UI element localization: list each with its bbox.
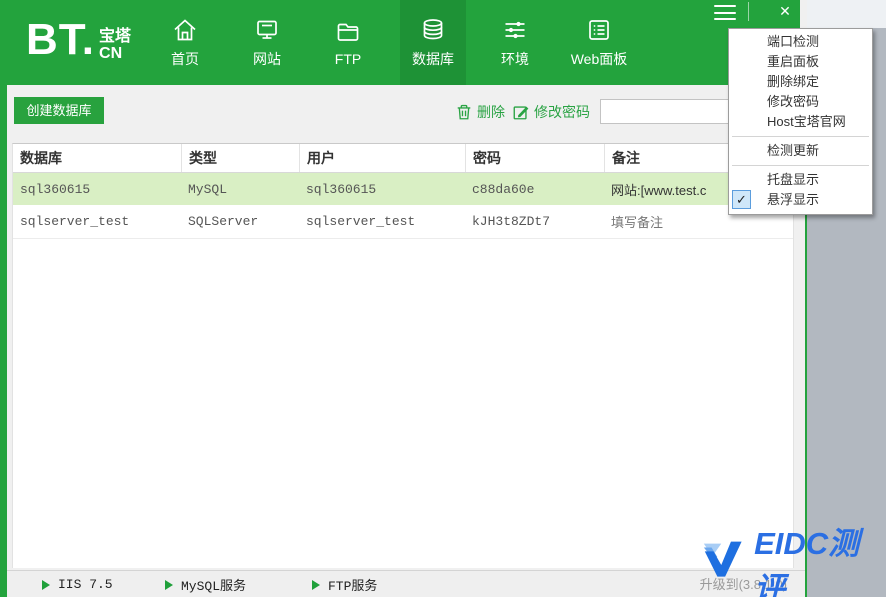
monitor-icon: [257, 20, 277, 39]
cell-database: sql360615: [20, 181, 91, 197]
cell-password: kJH3t8ZDt7: [472, 214, 551, 229]
menu-item-floating-display[interactable]: ✓ 悬浮显示: [729, 190, 872, 210]
watermark-text: EIDC测评: [754, 526, 860, 597]
nav-label: FTP: [334, 51, 362, 67]
table-header-row: 数据库 类型 用户 密码 备注: [13, 144, 793, 173]
database-table: 数据库 类型 用户 密码 备注 sql360615 MySQL sql36061…: [12, 143, 794, 568]
menu-item-tray-display[interactable]: 托盘显示: [729, 170, 872, 190]
close-icon[interactable]: ✕: [772, 0, 798, 22]
table-row[interactable]: sql360615 MySQL sql360615 c88da60e 网站:[w…: [13, 173, 793, 205]
nav-label: 数据库: [412, 51, 454, 67]
column-header-user: 用户: [299, 144, 465, 172]
veidc-v-logo-icon: [703, 541, 742, 577]
logo-cn-top: 宝塔: [99, 28, 132, 45]
delete-button[interactable]: 删除: [455, 102, 505, 122]
check-icon: ✓: [732, 190, 751, 209]
cell-password: c88da60e: [472, 181, 535, 197]
list-panel-icon: [589, 20, 609, 40]
menu-item-restart-panel[interactable]: 重启面板: [729, 52, 872, 72]
logo-stack: 宝塔 CN: [99, 28, 131, 62]
table-row[interactable]: sqlserver_test SQLServer sqlserver_test …: [13, 205, 793, 239]
bt-panel-window: BT. 宝塔 CN 首页 网站 FTP 数据库 环境 Web面板 ✕ 创建数据库…: [0, 0, 807, 597]
menu-separator: [732, 165, 869, 166]
cell-user: sql360615: [306, 181, 377, 197]
status-bar: IIS 7.5 MySQL服务 FTP服务 升级到(3.8.1.0): [7, 570, 805, 597]
desktop-top-strip: [799, 0, 886, 28]
service-label: FTP服务: [328, 579, 378, 594]
menu-item-check-update[interactable]: 检测更新: [729, 141, 872, 161]
nav-item-database[interactable]: 数据库: [400, 0, 466, 85]
play-icon: [165, 579, 173, 590]
modify-password-button[interactable]: 修改密码: [512, 102, 590, 122]
menu-item-label: 悬浮显示: [767, 192, 820, 207]
nav-label: 首页: [171, 51, 199, 67]
nav-label: 环境: [501, 51, 529, 67]
menu-item-port-check[interactable]: 端口检测: [729, 32, 872, 52]
nav-item-web-panel[interactable]: Web面板: [563, 0, 635, 85]
nav-label: 网站: [253, 51, 281, 67]
service-ftp[interactable]: FTP服务: [312, 571, 377, 597]
nav-item-website[interactable]: 网站: [234, 0, 300, 85]
column-header-database: 数据库: [20, 150, 62, 166]
titlebar: BT. 宝塔 CN 首页 网站 FTP 数据库 环境 Web面板 ✕: [0, 0, 800, 85]
play-icon: [42, 579, 50, 590]
service-label: MySQL服务: [181, 579, 247, 594]
service-label: IIS 7.5: [58, 577, 113, 592]
cell-user: sqlserver_test: [306, 214, 416, 229]
nav-label: Web面板: [570, 51, 628, 67]
cell-database: sqlserver_test: [20, 214, 130, 229]
home-icon: [174, 19, 196, 41]
column-header-password: 密码: [465, 144, 604, 172]
edit-icon: [513, 106, 529, 120]
logo-cn-bottom: CN: [99, 45, 123, 62]
bt-logo: BT. 宝塔 CN: [26, 16, 131, 64]
play-icon: [312, 579, 320, 590]
menu-item-change-password[interactable]: 修改密码: [729, 92, 872, 112]
hamburger-menu-icon[interactable]: [714, 5, 736, 20]
nav-item-environment[interactable]: 环境: [482, 0, 548, 85]
folder-icon: [337, 23, 359, 41]
service-iis[interactable]: IIS 7.5: [42, 571, 113, 597]
veidc-watermark: EIDC测评: [698, 518, 886, 597]
nav-item-home[interactable]: 首页: [152, 0, 218, 85]
sliders-icon: [505, 21, 525, 39]
menu-item-host-official-site[interactable]: Host宝塔官网: [729, 112, 872, 132]
context-menu: 端口检测 重启面板 删除绑定 修改密码 Host宝塔官网 检测更新 托盘显示 ✓…: [728, 28, 873, 215]
desktop-background: BT. 宝塔 CN 首页 网站 FTP 数据库 环境 Web面板 ✕ 创建数据库…: [0, 0, 886, 597]
logo-bt-text: BT.: [26, 15, 96, 64]
column-header-type: 类型: [181, 144, 299, 172]
menu-separator: [732, 136, 869, 137]
delete-label: 删除: [477, 104, 505, 120]
service-mysql[interactable]: MySQL服务: [165, 571, 246, 597]
database-icon: [423, 19, 443, 40]
window-left-border: [0, 0, 7, 597]
cell-type: SQLServer: [188, 214, 259, 229]
modify-password-label: 修改密码: [534, 104, 590, 120]
trash-icon: [457, 104, 471, 120]
control-divider: [748, 2, 749, 21]
cell-type: MySQL: [188, 181, 228, 197]
create-database-button[interactable]: 创建数据库: [14, 97, 104, 124]
nav-item-ftp[interactable]: FTP: [315, 0, 381, 85]
menu-item-delete-binding[interactable]: 删除绑定: [729, 72, 872, 92]
